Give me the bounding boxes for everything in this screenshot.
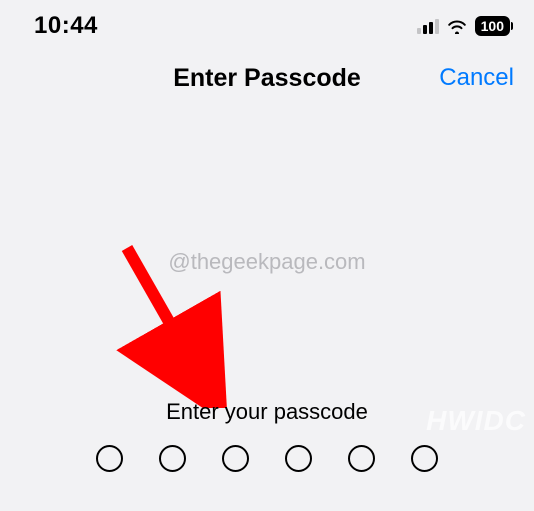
passcode-dot[interactable] — [159, 445, 186, 472]
passcode-dot[interactable] — [348, 445, 375, 472]
passcode-dot[interactable] — [96, 445, 123, 472]
passcode-dot[interactable] — [285, 445, 312, 472]
page-title: Enter Passcode — [173, 64, 361, 93]
clock-time: 10:44 — [34, 12, 98, 40]
status-bar: 10:44 100 — [0, 0, 534, 48]
status-indicators: 100 — [417, 16, 510, 36]
wifi-icon — [446, 18, 468, 34]
watermark-center: @thegeekpage.com — [0, 249, 534, 275]
battery-level: 100 — [481, 18, 504, 34]
passcode-prompt: Enter your passcode — [0, 399, 534, 425]
nav-header: Enter Passcode Cancel — [0, 48, 534, 107]
passcode-dot[interactable] — [411, 445, 438, 472]
cancel-button[interactable]: Cancel — [439, 64, 514, 92]
annotation-arrow-icon — [112, 238, 232, 408]
passcode-dots[interactable] — [0, 445, 534, 472]
passcode-dot[interactable] — [222, 445, 249, 472]
battery-indicator: 100 — [475, 16, 510, 36]
cellular-signal-icon — [417, 18, 439, 34]
